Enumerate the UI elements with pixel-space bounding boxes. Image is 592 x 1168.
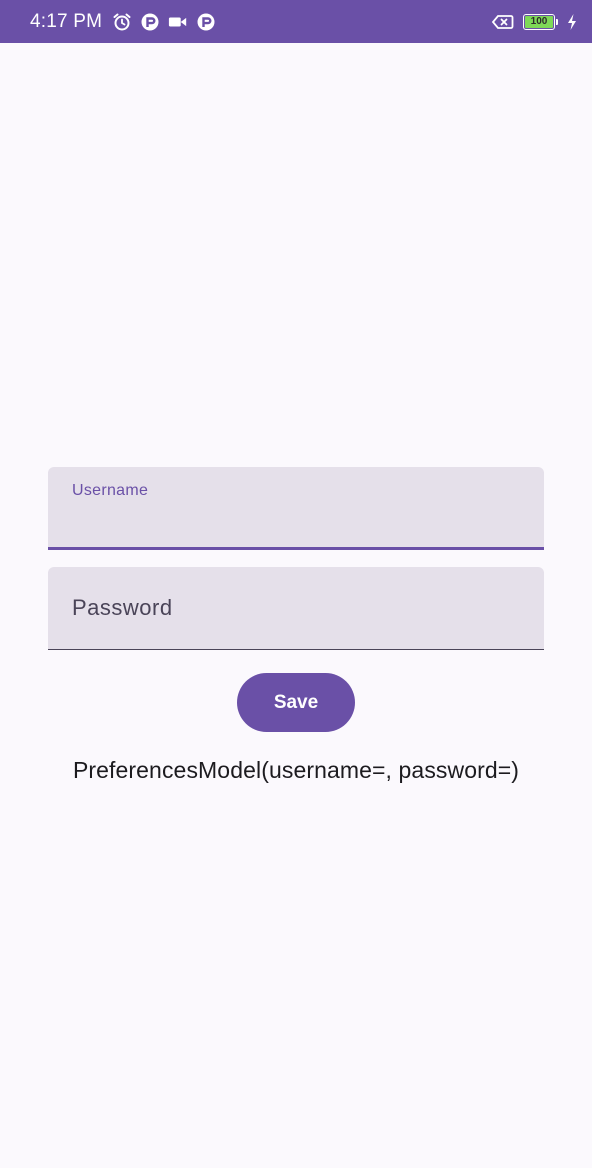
battery-cap [556,18,558,25]
app-notification-icon [196,12,216,32]
password-field[interactable]: Password [48,567,544,650]
username-field[interactable]: Username [48,467,544,550]
app-notification-icon [140,12,160,32]
preferences-result-text: PreferencesModel(username=, password=) [72,757,520,783]
status-time: 4:17 PM [30,10,103,32]
no-sim-icon [491,12,515,32]
username-label: Username [72,482,149,499]
status-right-group: 100 [491,12,578,32]
charging-icon [566,12,578,32]
video-camera-icon [168,12,188,32]
battery-icon: 100 [523,13,555,30]
battery-indicator: 100 [523,13,558,30]
status-bar: 4:17 PM 100 [0,0,592,43]
status-left-group: 4:17 PM [30,11,216,33]
save-button[interactable]: Save [237,673,355,732]
battery-level: 100 [530,15,548,27]
password-label: Password [72,595,173,620]
alarm-icon [112,12,132,32]
